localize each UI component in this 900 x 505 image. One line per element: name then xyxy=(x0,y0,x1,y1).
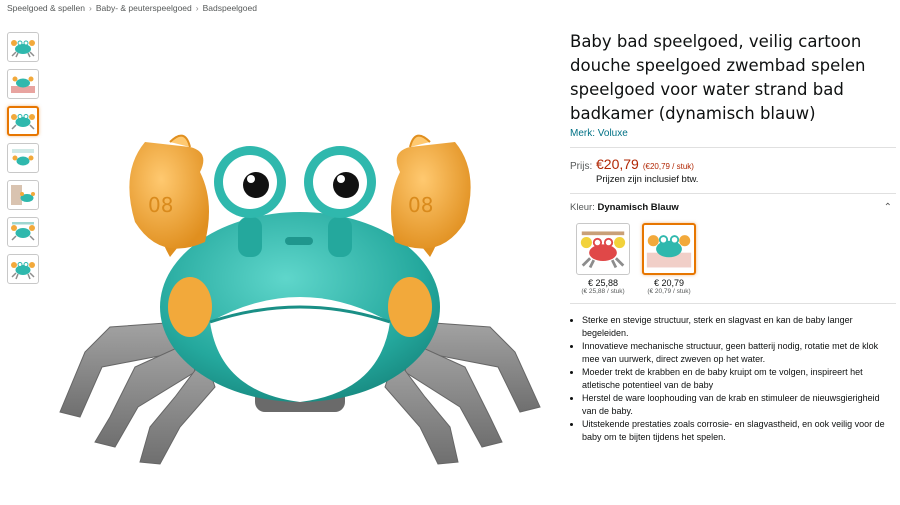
product-title: Baby bad speelgoed, veilig cartoon douch… xyxy=(570,32,866,123)
price-value: €20,79 xyxy=(596,156,639,172)
thumbnail-1[interactable] xyxy=(7,32,39,62)
breadcrumb-link-baby-toys[interactable]: Baby- & peuterspeelgoed xyxy=(96,3,192,13)
swatch-option-red[interactable]: € 25,88 (€ 25,88 / stuk) xyxy=(574,223,632,295)
claw-embossing: 08 xyxy=(148,193,173,217)
product-info-panel: Baby bad speelgoed, veilig cartoon douch… xyxy=(570,30,896,444)
swatch-price: € 20,79 xyxy=(653,278,685,288)
thumbnail-strip xyxy=(7,32,39,291)
breadcrumb-separator: › xyxy=(88,3,92,13)
crab-thumb-icon xyxy=(11,40,35,58)
color-label: Kleur: xyxy=(570,202,595,213)
divider xyxy=(570,147,896,148)
price-label: Prijs: xyxy=(570,161,593,172)
crab-thumb-icon xyxy=(11,262,35,280)
feature-bullet: Innovatieve mechanische structuur, geen … xyxy=(582,340,896,365)
crab-red-icon xyxy=(580,231,626,269)
thumbnail-7[interactable] xyxy=(7,254,39,284)
thumbnail-5[interactable] xyxy=(7,180,39,210)
price-note: Prijzen zijn inclusief btw. xyxy=(596,174,699,185)
crab-toy-image: 08 08 xyxy=(59,134,541,465)
chevron-up-icon[interactable]: ⌃ xyxy=(884,202,892,213)
feature-bullet: Sterke en stevige structuur, sterk en sl… xyxy=(582,314,896,339)
feature-bullets: Sterke en stevige structuur, sterk en sl… xyxy=(570,314,896,443)
swatch-price: € 25,88 xyxy=(587,278,619,288)
breadcrumb-link-toys[interactable]: Speelgoed & spellen xyxy=(7,3,85,13)
color-swatches: € 25,88 (€ 25,88 / stuk) € 20,79 (€ 20,7… xyxy=(574,223,896,295)
crab-teal-icon xyxy=(646,235,692,268)
breadcrumb: Speelgoed & spellen › Baby- & peuterspeelg… xyxy=(7,3,257,13)
brand-link[interactable]: Merk: Voluxe xyxy=(570,128,896,139)
main-product-image[interactable]: 08 08 xyxy=(40,22,560,492)
breadcrumb-separator: › xyxy=(195,3,199,13)
thumbnail-4[interactable] xyxy=(7,143,39,173)
crab-thumb-icon xyxy=(11,76,35,93)
swatch-option-teal-selected[interactable]: € 20,79 (€ 20,79 / stuk) xyxy=(640,223,698,295)
color-selector-header[interactable]: Kleur: Dynamisch Blauw ⌃ xyxy=(570,202,896,213)
swatch-image xyxy=(576,223,630,275)
price-per-unit: (€20,79 / stuk) xyxy=(642,162,694,171)
color-value: Dynamisch Blauw xyxy=(597,202,679,213)
breadcrumb-link-bath-toys[interactable]: Badspeelgoed xyxy=(203,3,257,13)
swatch-unit-price: (€ 20,79 / stuk) xyxy=(647,288,691,295)
price-row: Prijs: €20,79 (€20,79 / stuk) xyxy=(570,156,896,172)
thumbnail-6[interactable] xyxy=(7,217,39,247)
crab-thumb-icon xyxy=(11,222,35,241)
divider xyxy=(570,303,896,304)
crab-thumb-icon xyxy=(11,185,35,205)
claw-embossing: 08 xyxy=(408,193,433,217)
crab-thumb-icon xyxy=(12,149,34,166)
swatch-unit-price: (€ 25,88 / stuk) xyxy=(581,288,625,295)
crab-thumb-icon xyxy=(11,114,35,130)
feature-bullet: Herstel de ware loophouding van de krab … xyxy=(582,392,896,417)
thumbnail-3-selected[interactable] xyxy=(7,106,39,136)
divider xyxy=(570,193,896,194)
swatch-image xyxy=(642,223,696,275)
thumbnail-2[interactable] xyxy=(7,69,39,99)
feature-bullet: Moeder trekt de krabben en de baby kruip… xyxy=(582,366,896,391)
feature-bullet: Uitstekende prestaties zoals corrosie- e… xyxy=(582,418,896,443)
